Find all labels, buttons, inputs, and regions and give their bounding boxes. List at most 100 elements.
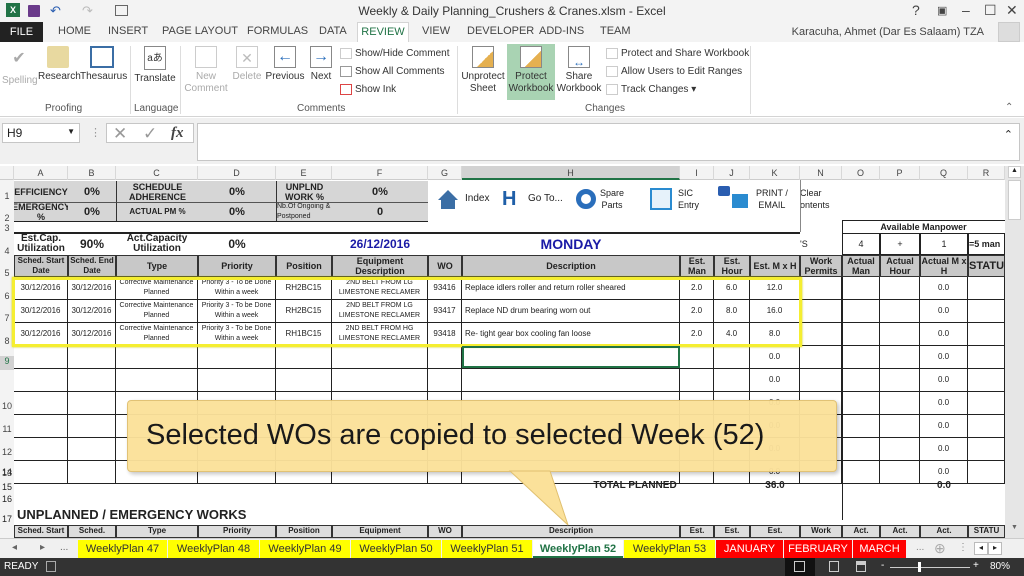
cell-equipment[interactable] [332,369,428,392]
scroll-up-icon[interactable]: ▲ [1008,166,1021,178]
cell-est-hour[interactable] [714,369,750,392]
cell-sched-start[interactable] [14,461,68,484]
cell-actual-hour[interactable] [880,461,920,484]
sheet-next-icon[interactable]: ▸ [40,542,45,553]
zoom-out-icon[interactable]: - [881,560,884,571]
show-ink-button[interactable]: Show Ink [340,83,396,97]
cell-actual-mxh[interactable]: 0.0 [920,277,968,300]
row-header[interactable]: 4 [0,246,14,256]
clear-contents-button[interactable]: Clear ontents [800,187,830,211]
cell-actual-man[interactable] [842,300,880,323]
cell-sched-end[interactable] [68,369,116,392]
cell-actual-man[interactable] [842,323,880,346]
cell-actual-hour[interactable] [880,300,920,323]
show-all-comments-button[interactable]: Show All Comments [340,65,444,79]
cell-status[interactable] [968,461,1005,484]
cell-actual-hour[interactable] [880,438,920,461]
row-header[interactable]: 2 [0,213,14,223]
enter-icon[interactable]: ✓ [143,124,157,144]
scroll-down-icon[interactable]: ▼ [1008,524,1021,536]
h-scroll-left-icon[interactable]: ◂ [974,542,988,555]
chevron-down-icon[interactable]: ▼ [67,127,75,136]
tab-page-layout[interactable]: PAGE LAYOUT [162,25,238,37]
cell-sched-start[interactable] [14,369,68,392]
cell-work-permits[interactable] [800,346,842,369]
cell-est-mxh[interactable]: 0.0 [750,346,800,369]
row-header-selected[interactable]: 9 [0,356,14,370]
zoom-in-icon[interactable]: + [973,560,979,571]
sheet-tab[interactable]: WeeklyPlan 53 [624,540,715,558]
sheet-more-right[interactable]: ... [916,542,924,553]
cell-work-permits[interactable] [800,369,842,392]
row-header[interactable]: 10 [0,401,14,411]
actual-pm-value[interactable]: 0% [198,202,276,221]
cell-est-mxh[interactable]: 0.0 [750,369,800,392]
column-header-d[interactable]: D [198,166,276,180]
row-header[interactable]: 15 [0,482,14,492]
column-header-k[interactable]: K [750,166,800,180]
tab-add-ins[interactable]: ADD-INS [539,25,584,37]
tab-home[interactable]: HOME [58,25,91,37]
cell-sched-end[interactable] [68,346,116,369]
zoom-level[interactable]: 80% [990,561,1010,572]
cell-status[interactable] [968,438,1005,461]
cell-wo[interactable] [428,346,462,369]
cell-sched-end[interactable] [68,392,116,415]
page-layout-view-icon[interactable] [829,561,839,572]
tab-data[interactable]: DATA [319,25,347,37]
cell-status[interactable] [968,323,1005,346]
translate-button[interactable]: aあ Translate [134,46,176,85]
scroll-thumb[interactable] [1008,180,1021,220]
sheet-tab[interactable]: MARCH [853,540,906,558]
unprotect-sheet-button[interactable]: Unprotect Sheet [460,46,506,95]
collapse-ribbon-icon[interactable]: ⌃ [1005,102,1013,113]
cell-status[interactable] [968,369,1005,392]
cell-status[interactable] [968,415,1005,438]
plan-date[interactable]: 26/12/2016 [332,234,428,254]
cell-sched-end[interactable] [68,461,116,484]
tab-developer[interactable]: DEVELOPER [467,25,534,37]
share-workbook-button[interactable]: ↔ Share Workbook [556,46,602,95]
column-header-c[interactable]: C [116,166,198,180]
cell-actual-hour[interactable] [880,277,920,300]
collapse-formula-bar-icon[interactable]: ⌃ [1004,128,1013,141]
manpower-count-b[interactable]: 1 [920,233,968,255]
cancel-icon[interactable]: ✕ [113,124,127,144]
sheet-tab[interactable]: JANUARY [716,540,783,558]
maximize-button[interactable]: ☐ [984,2,997,19]
sheet-tab[interactable]: WeeklyPlan 47 [78,540,167,558]
normal-view-button[interactable] [785,558,815,576]
unplanned-work-value[interactable]: 0% [332,181,428,202]
cell-sched-start[interactable] [14,346,68,369]
column-header-i[interactable]: I [680,166,714,180]
help-icon[interactable]: ? [912,2,920,18]
cell-sched-start[interactable] [14,415,68,438]
plan-day[interactable]: MONDAY [462,234,680,254]
column-header-r[interactable]: R [968,166,1005,180]
cell-description[interactable] [462,369,680,392]
cell-actual-mxh[interactable]: 0.0 [920,323,968,346]
cell-sched-start[interactable] [14,392,68,415]
column-header-j[interactable]: J [714,166,750,180]
column-header-e[interactable]: E [276,166,332,180]
cell-actual-mxh[interactable]: 0.0 [920,415,968,438]
cell-position[interactable] [276,346,332,369]
sheet-tab[interactable]: WeeklyPlan 52 [533,540,623,558]
cell-sched-end[interactable] [68,415,116,438]
row-header[interactable]: 16 [0,494,14,504]
cell-actual-hour[interactable] [880,369,920,392]
row-header[interactable]: 17 [0,514,14,524]
name-box[interactable]: H9 ▼ [2,123,80,143]
efficiency-value[interactable]: 0% [68,181,116,202]
protect-share-workbook-button[interactable]: Protect and Share Workbook [606,47,749,61]
cell-priority[interactable] [198,369,276,392]
track-changes-button[interactable]: Track Changes ▾ [606,83,696,97]
vertical-scrollbar[interactable]: ▲ ▼ [1005,166,1024,538]
cell-actual-hour[interactable] [880,392,920,415]
sheet-tab[interactable]: WeeklyPlan 50 [351,540,441,558]
cell-est-man[interactable] [680,346,714,369]
column-header-o[interactable]: O [842,166,880,180]
cell-actual-mxh[interactable]: 0.0 [920,346,968,369]
user-name[interactable]: Karacuha, Ahmet (Dar Es Salaam) TZA [792,26,984,38]
delete-comment-button[interactable]: ✕ Delete [230,46,264,83]
